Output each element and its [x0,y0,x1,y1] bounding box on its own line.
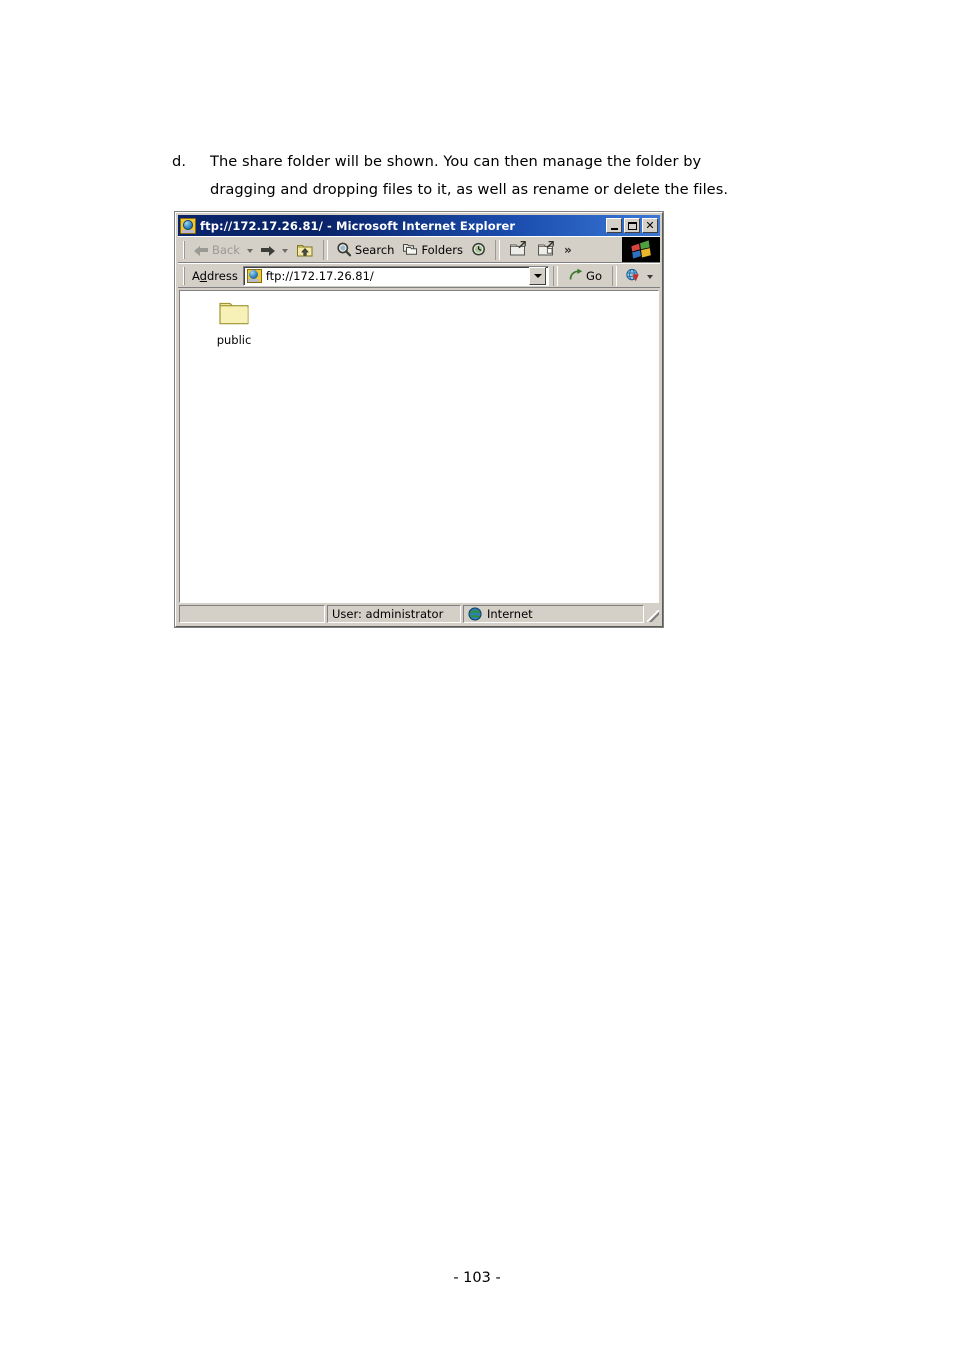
close-icon: ✕ [645,219,655,232]
forward-dropdown-icon[interactable] [281,248,288,253]
address-separator-1 [553,265,559,286]
folders-button[interactable]: Folders [398,239,467,261]
go-button[interactable]: Go [562,265,608,286]
status-bar: User: administrator Internet [178,604,660,624]
window-control-buttons: ✕ [606,218,658,233]
maximize-icon [627,221,637,230]
address-toolbar-gripper[interactable] [181,266,187,286]
go-button-label: Go [586,268,602,283]
address-toolbar: Address ftp://172.17.26.81/ Go [178,263,660,288]
toolbar-gripper[interactable] [181,240,187,260]
status-zone-panel[interactable]: Internet [463,605,644,623]
history-clock-icon [471,242,487,257]
list-marker: d. [172,153,187,170]
copy-to-button[interactable] [532,239,560,261]
close-button[interactable]: ✕ [642,218,658,233]
back-dropdown-icon[interactable] [246,248,253,253]
paragraph-line-2-text: dragging and dropping files to it, as we… [210,181,729,198]
search-icon [336,242,352,257]
address-favicon-icon [246,268,262,283]
page-number: - 103 - [453,1270,501,1286]
move-to-folder-icon [508,240,528,259]
address-input-value: ftp://172.17.26.81/ [265,268,374,283]
status-message-panel [179,605,325,623]
toolbar-separator-1 [322,239,328,260]
paragraph-line-2: dragging and dropping files to it, as we… [172,176,792,204]
minimize-icon [610,227,618,230]
window-resize-grip[interactable] [646,605,660,623]
ftp-content-area[interactable]: public [179,290,659,603]
instruction-paragraph: d. The share folder will be shown. You c… [172,148,792,204]
links-button[interactable] [621,265,660,286]
history-button[interactable] [467,239,491,261]
paragraph-line-1-text: The share folder will be shown. You can … [210,153,702,170]
minimize-button[interactable] [606,218,622,233]
address-input[interactable]: ftp://172.17.26.81/ [242,265,550,286]
up-button[interactable] [291,239,319,261]
folders-button-label: Folders [421,242,463,257]
chevron-down-icon [533,273,542,278]
ftp-folder-item[interactable]: public [196,299,272,347]
windows-flag-logo [622,237,660,262]
ie-ftp-folder-icon [180,217,196,234]
links-globe-icon [625,268,641,283]
back-button-label: Back [212,242,240,257]
toolbar-overflow-button[interactable]: » [564,243,572,257]
paragraph-line-1: d. The share folder will be shown. You c… [172,148,792,176]
search-button[interactable]: Search [332,239,399,261]
arrow-right-icon [260,244,275,256]
toolbar-separator-2 [494,239,500,260]
forward-button[interactable] [256,239,279,261]
maximize-button[interactable] [624,218,640,233]
status-user-panel: User: administrator [327,605,461,623]
internet-explorer-window: ftp://172.17.26.81/ - Microsoft Internet… [174,211,664,628]
folder-icon [217,299,251,327]
address-separator-2 [612,265,617,286]
address-dropdown-button[interactable] [529,266,547,285]
back-button[interactable]: Back [190,239,244,261]
move-to-button[interactable] [504,239,532,261]
status-zone-label: Internet [487,607,533,621]
arrow-left-icon [194,244,209,256]
up-folder-icon [295,240,315,259]
internet-zone-globe-icon [468,607,482,621]
folders-icon [402,242,418,257]
links-dropdown-icon[interactable] [647,274,653,279]
browser-toolbar: Back Search Folders » [178,236,660,263]
window-titlebar[interactable]: ftp://172.17.26.81/ - Microsoft Internet… [178,215,660,236]
copy-to-folder-icon [536,240,556,259]
go-arrow-icon [568,268,584,283]
ftp-folder-label: public [216,333,252,347]
window-title: ftp://172.17.26.81/ - Microsoft Internet… [200,218,516,233]
address-label: Address [192,268,238,283]
search-button-label: Search [354,242,395,257]
